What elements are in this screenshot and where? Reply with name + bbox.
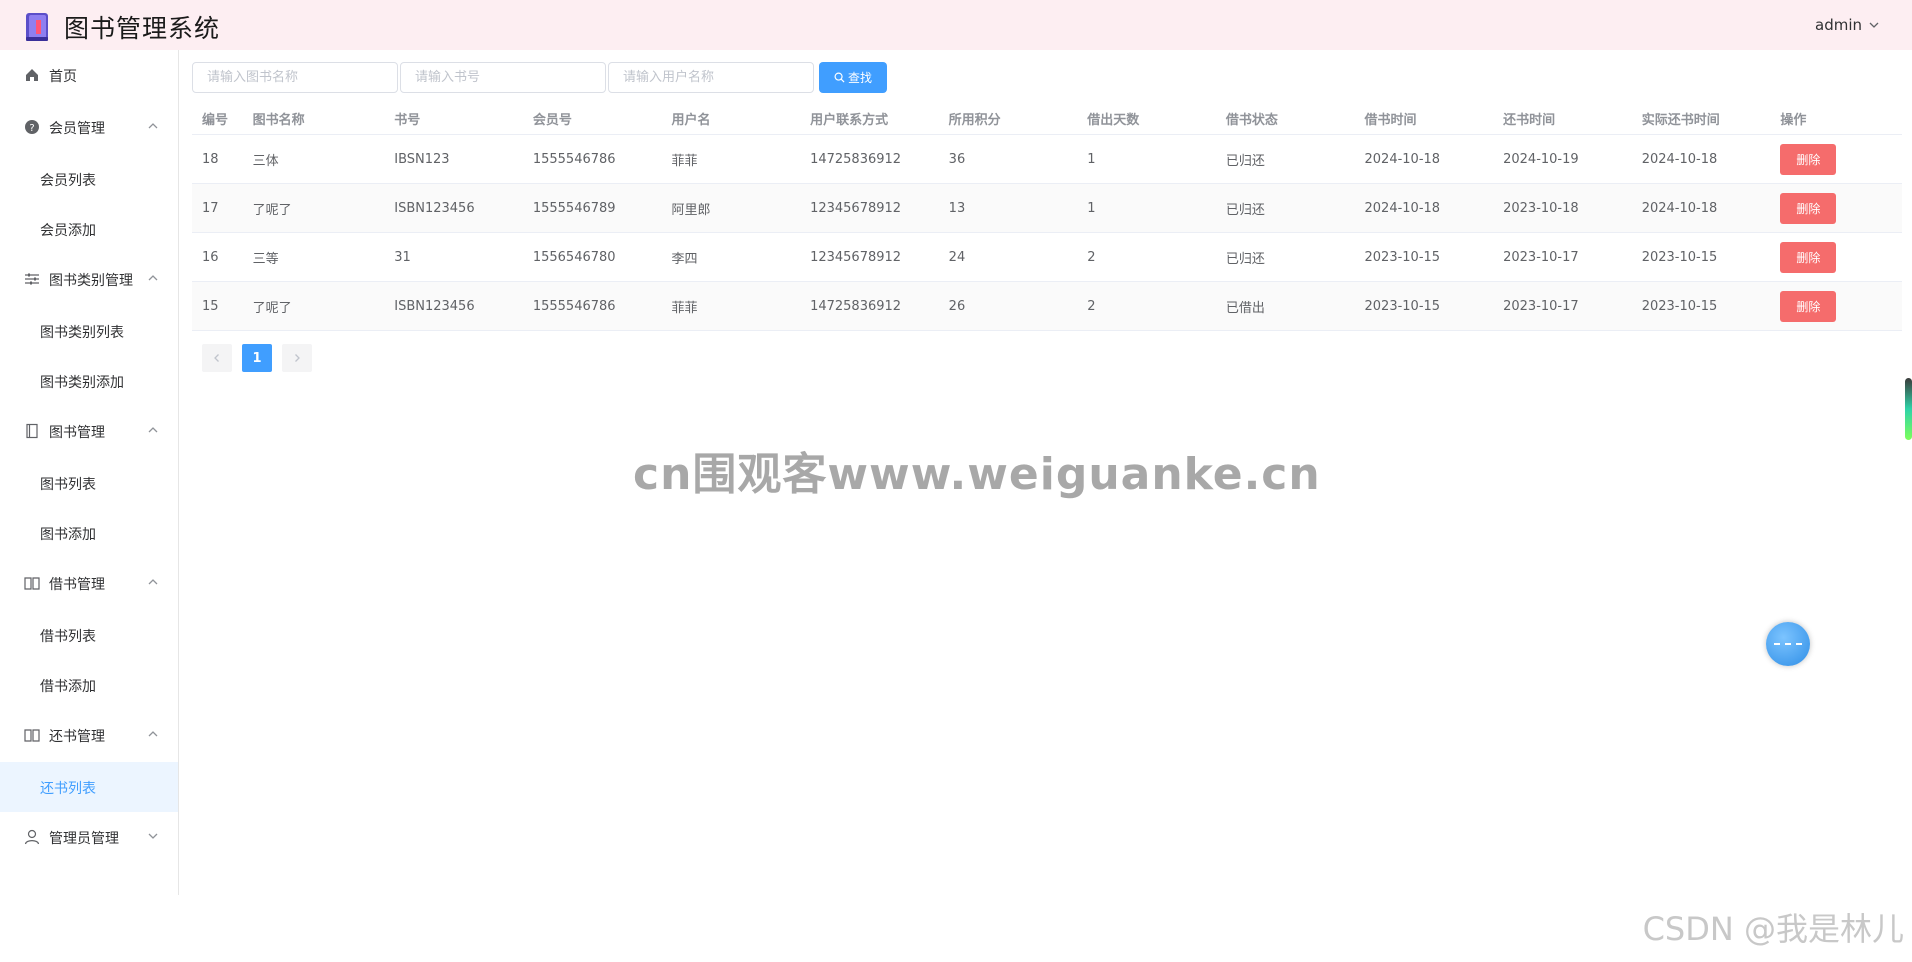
app-title: 图书管理系统 — [64, 14, 221, 43]
sidebar-item-home[interactable]: 首页 — [0, 50, 178, 102]
watermark-text: cn围观客www.weiguanke.cn — [633, 449, 1321, 500]
delete-button[interactable]: 删除 — [1780, 241, 1837, 273]
edge-widget[interactable] — [1905, 378, 1912, 440]
main-content: 查找 编号 图书名称 书号 会员号 用户名 用户联系方式 所用积分 借出天数 借… — [180, 50, 1912, 962]
app-header: 图书管理系统 admin — [0, 0, 1912, 50]
sidebar-item-label: 会员管理 — [49, 121, 105, 137]
open-book-icon — [24, 577, 40, 590]
book-name-input[interactable] — [192, 62, 398, 93]
sidebar-item-label: 图书类别管理 — [49, 273, 133, 289]
sidebar-subitem-category-list[interactable]: 图书类别列表 — [0, 306, 178, 356]
sidebar-subitem-return-list[interactable]: 还书列表 — [0, 762, 178, 812]
sidebar-item-label: 管理员管理 — [49, 831, 119, 847]
column-header: 会员号 — [522, 102, 662, 135]
user-menu[interactable]: admin — [1815, 16, 1880, 34]
delete-button[interactable]: 删除 — [1780, 290, 1837, 322]
sidebar-item-label: 借书管理 — [49, 577, 105, 593]
floating-assistant-button[interactable] — [1766, 622, 1810, 666]
chevron-up-icon — [148, 579, 158, 585]
delete-button[interactable]: 删除 — [1780, 143, 1837, 175]
sidebar-item-book-categories[interactable]: 图书类别管理 — [0, 254, 178, 306]
sidebar: 首页 ? 会员管理 会员列表 会员添加 图书类别管理 图书类别列表 图书类别添加… — [0, 50, 179, 895]
table-row: 15 了呢了 ISBN123456 1555546786 菲菲 14725836… — [192, 281, 1902, 331]
chevron-left-icon — [214, 354, 219, 362]
book-number-input[interactable] — [400, 62, 606, 93]
svg-text:?: ? — [29, 123, 34, 134]
sidebar-item-books[interactable]: 图书管理 — [0, 406, 178, 458]
return-records-table: 编号 图书名称 书号 会员号 用户名 用户联系方式 所用积分 借出天数 借书状态… — [192, 102, 1902, 331]
username: admin — [1815, 16, 1862, 34]
sidebar-item-return[interactable]: 还书管理 — [0, 710, 178, 762]
prev-page-button[interactable] — [202, 344, 232, 372]
dash-icon — [1774, 643, 1802, 647]
chevron-down-icon — [1869, 22, 1879, 28]
sidebar-item-label: 首页 — [49, 69, 77, 85]
sidebar-subitem-book-list[interactable]: 图书列表 — [0, 458, 178, 508]
sidebar-subitem-borrow-add[interactable]: 借书添加 — [0, 660, 178, 710]
column-header: 实际还书时间 — [1631, 102, 1771, 135]
column-header: 还书时间 — [1493, 102, 1632, 135]
sidebar-item-label: 还书管理 — [49, 729, 105, 745]
chevron-up-icon — [148, 123, 158, 129]
sidebar-item-members[interactable]: ? 会员管理 — [0, 102, 178, 154]
chevron-up-icon — [148, 275, 158, 281]
notebook-icon — [26, 423, 38, 439]
column-header: 书号 — [384, 102, 523, 135]
search-button[interactable]: 查找 — [819, 62, 887, 93]
page-number-current[interactable]: 1 — [242, 344, 272, 372]
sidebar-subitem-category-add[interactable]: 图书类别添加 — [0, 356, 178, 406]
home-icon — [26, 69, 38, 81]
user-name-input[interactable] — [608, 62, 814, 93]
column-header: 借出天数 — [1077, 102, 1216, 135]
column-header: 借书时间 — [1354, 102, 1494, 135]
user-icon — [24, 829, 40, 845]
chevron-up-icon — [148, 427, 158, 433]
table-row: 17 了呢了 ISBN123456 1555546789 阿里郎 1234567… — [192, 183, 1902, 233]
column-header: 图书名称 — [242, 102, 385, 135]
sliders-icon — [25, 273, 39, 285]
search-icon — [834, 72, 845, 83]
column-header: 用户联系方式 — [800, 102, 939, 135]
chevron-down-icon — [148, 833, 158, 839]
table-row: 16 三等 31 1556546780 李四 12345678912 24 2 … — [192, 232, 1902, 282]
sidebar-item-admins[interactable]: 管理员管理 — [0, 812, 178, 864]
table-header-row: 编号 图书名称 书号 会员号 用户名 用户联系方式 所用积分 借出天数 借书状态… — [192, 102, 1902, 135]
open-book-icon — [24, 729, 40, 742]
column-header: 编号 — [192, 102, 243, 135]
sidebar-subitem-book-add[interactable]: 图书添加 — [0, 508, 178, 558]
table-row: 18 三体 IBSN123 1555546786 菲菲 14725836912 … — [192, 134, 1902, 184]
pagination: 1 — [202, 344, 312, 372]
chevron-up-icon — [148, 731, 158, 737]
sidebar-subitem-member-list[interactable]: 会员列表 — [0, 154, 178, 204]
column-header: 用户名 — [661, 102, 801, 135]
column-header: 操作 — [1770, 102, 1902, 135]
question-circle-icon: ? — [25, 120, 39, 134]
delete-button[interactable]: 删除 — [1780, 192, 1837, 224]
search-bar: 查找 — [192, 62, 887, 93]
csdn-credit: CSDN @我是林儿 — [1642, 910, 1904, 948]
column-header: 所用积分 — [938, 102, 1078, 135]
column-header: 借书状态 — [1215, 102, 1355, 135]
chevron-right-icon — [295, 354, 300, 362]
book-logo-icon — [26, 13, 48, 41]
sidebar-item-label: 图书管理 — [49, 425, 105, 441]
sidebar-item-borrow[interactable]: 借书管理 — [0, 558, 178, 610]
sidebar-subitem-borrow-list[interactable]: 借书列表 — [0, 610, 178, 660]
sidebar-subitem-member-add[interactable]: 会员添加 — [0, 204, 178, 254]
next-page-button[interactable] — [282, 344, 312, 372]
